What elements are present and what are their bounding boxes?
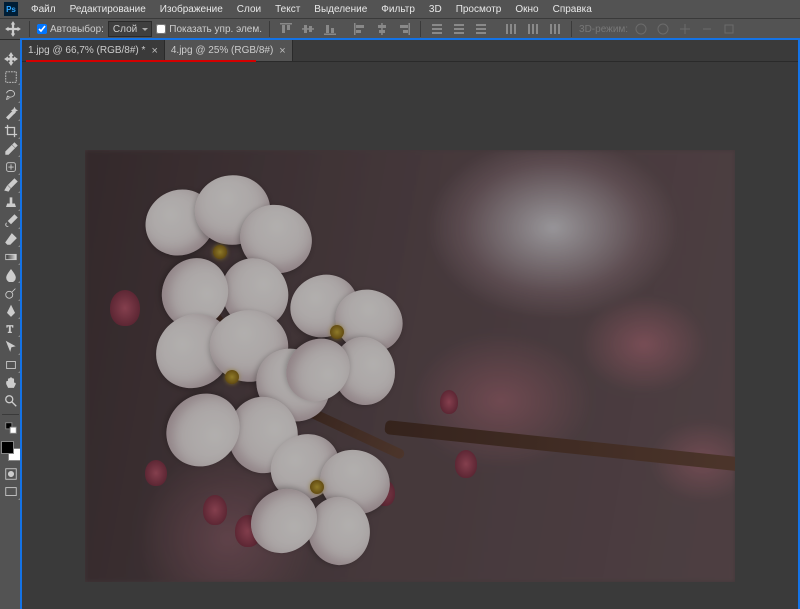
separator	[29, 21, 30, 37]
menu-view[interactable]: Просмотр	[449, 2, 509, 17]
rectangle-tool[interactable]	[0, 356, 22, 374]
mode-3d-label: 3D-режим:	[579, 24, 628, 35]
flower-center	[225, 370, 239, 384]
flower-center	[310, 480, 324, 494]
tools-panel: T	[0, 40, 22, 609]
menu-window[interactable]: Окно	[508, 2, 545, 17]
flower-bud	[440, 390, 458, 414]
pan-3d-icon[interactable]	[676, 20, 694, 38]
flower-bud	[455, 450, 477, 478]
align-left-icon[interactable]	[351, 20, 369, 38]
dist-right-icon[interactable]	[546, 20, 564, 38]
zoom-tool[interactable]	[0, 392, 22, 410]
annotation-underline	[26, 60, 256, 62]
separator	[2, 414, 19, 415]
hand-tool[interactable]	[0, 374, 22, 392]
roll-3d-icon[interactable]	[654, 20, 672, 38]
menu-select[interactable]: Выделение	[307, 2, 374, 17]
healing-brush-tool[interactable]	[0, 158, 22, 176]
color-swatch[interactable]	[1, 441, 21, 461]
autoselect-input[interactable]	[37, 24, 47, 34]
orbit-3d-icon[interactable]	[632, 20, 650, 38]
move-tool-icon[interactable]	[4, 20, 22, 38]
separator	[571, 21, 572, 37]
document-tabs: 1.jpg @ 66,7% (RGB/8#) * × 4.jpg @ 25% (…	[22, 40, 798, 62]
tab-label: 1.jpg @ 66,7% (RGB/8#) *	[28, 45, 145, 56]
tab-label: 4.jpg @ 25% (RGB/8#)	[171, 45, 273, 56]
options-bar: Автовыбор: Слой Показать упр. элем. 3D-р…	[0, 18, 800, 40]
autoselect-label: Автовыбор:	[50, 24, 104, 35]
dist-left-icon[interactable]	[502, 20, 520, 38]
path-select-tool[interactable]	[0, 338, 22, 356]
flower-bud	[110, 290, 140, 326]
dist-bottom-icon[interactable]	[472, 20, 490, 38]
menu-filter[interactable]: Фильтр	[374, 2, 422, 17]
crop-tool[interactable]	[0, 122, 22, 140]
align-hcenter-icon[interactable]	[373, 20, 391, 38]
quick-mask-icon[interactable]	[0, 465, 22, 483]
app-icon: Ps	[4, 2, 18, 16]
slide-3d-icon[interactable]	[698, 20, 716, 38]
zoom-3d-icon[interactable]	[720, 20, 738, 38]
menu-layers[interactable]: Слои	[230, 2, 268, 17]
blur-tool[interactable]	[0, 266, 22, 284]
marquee-tool[interactable]	[0, 68, 22, 86]
clone-stamp-tool[interactable]	[0, 194, 22, 212]
flower-center	[213, 245, 227, 259]
brush-tool[interactable]	[0, 176, 22, 194]
align-right-icon[interactable]	[395, 20, 413, 38]
menu-file[interactable]: Файл	[24, 2, 63, 17]
menu-3d[interactable]: 3D	[422, 2, 449, 17]
svg-text:T: T	[7, 325, 14, 336]
menu-image[interactable]: Изображение	[153, 2, 230, 17]
magic-wand-tool[interactable]	[0, 104, 22, 122]
eraser-tool[interactable]	[0, 230, 22, 248]
separator	[269, 21, 270, 37]
canvas-viewport[interactable]	[22, 62, 798, 609]
document-tab-1[interactable]: 1.jpg @ 66,7% (RGB/8#) * ×	[22, 40, 165, 61]
eyedropper-tool[interactable]	[0, 140, 22, 158]
document-area: 1.jpg @ 66,7% (RGB/8#) * × 4.jpg @ 25% (…	[22, 40, 798, 609]
align-top-icon[interactable]	[277, 20, 295, 38]
flower-center	[330, 325, 344, 339]
close-icon[interactable]: ×	[279, 45, 285, 57]
align-bottom-icon[interactable]	[321, 20, 339, 38]
dist-top-icon[interactable]	[428, 20, 446, 38]
autoselect-target-dropdown[interactable]: Слой	[108, 21, 152, 37]
flower-bud	[145, 460, 167, 486]
flower-bud	[203, 495, 227, 525]
lasso-tool[interactable]	[0, 86, 22, 104]
dodge-tool[interactable]	[0, 284, 22, 302]
dist-vcenter-icon[interactable]	[450, 20, 468, 38]
align-vcenter-icon[interactable]	[299, 20, 317, 38]
menu-bar: Ps Файл Редактирование Изображение Слои …	[0, 0, 800, 18]
menu-edit[interactable]: Редактирование	[63, 2, 153, 17]
menu-text[interactable]: Текст	[268, 2, 307, 17]
close-icon[interactable]: ×	[151, 45, 157, 57]
dist-hcenter-icon[interactable]	[524, 20, 542, 38]
default-colors-icon[interactable]	[0, 419, 22, 437]
screen-mode-icon[interactable]	[0, 483, 22, 501]
separator	[420, 21, 421, 37]
menu-help[interactable]: Справка	[546, 2, 599, 17]
history-brush-tool[interactable]	[0, 212, 22, 230]
workspace: T 1.jpg @ 66,7% (RGB/8#) * × 4.jpg @ 25%…	[0, 40, 800, 609]
show-controls-checkbox[interactable]: Показать упр. элем.	[156, 24, 262, 35]
show-controls-label: Показать упр. элем.	[169, 24, 262, 35]
canvas[interactable]	[85, 150, 735, 582]
pen-tool[interactable]	[0, 302, 22, 320]
type-tool[interactable]: T	[0, 320, 22, 338]
autoselect-checkbox[interactable]: Автовыбор:	[37, 24, 104, 35]
foreground-color[interactable]	[1, 441, 14, 454]
document-tab-2[interactable]: 4.jpg @ 25% (RGB/8#) ×	[165, 40, 293, 61]
show-controls-input[interactable]	[156, 24, 166, 34]
move-tool[interactable]	[0, 50, 22, 68]
gradient-tool[interactable]	[0, 248, 22, 266]
